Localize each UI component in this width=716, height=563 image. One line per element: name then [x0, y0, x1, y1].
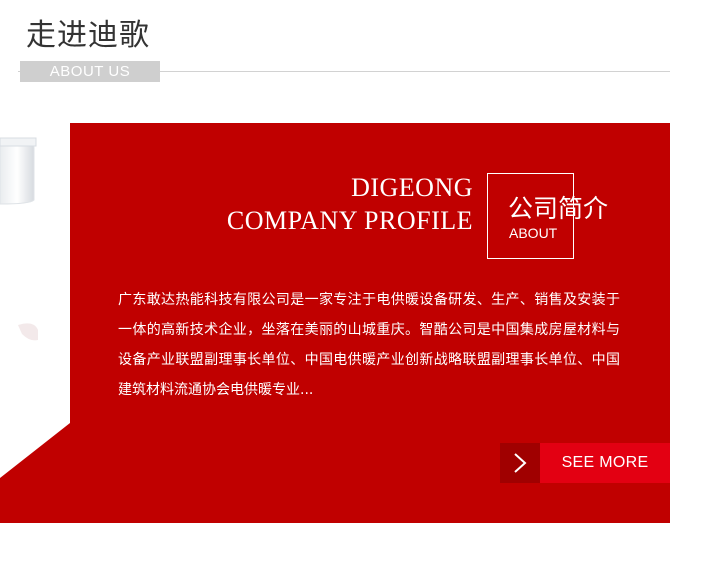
profile-heading-line2: COMPANY PROFILE: [226, 206, 473, 235]
company-profile-panel: DIGEONG COMPANY PROFILE 公司简介 ABOUT 广东敢达热…: [0, 123, 670, 523]
section-subtitle-tag: ABOUT US: [20, 61, 160, 82]
section-title: 走进迪歌: [26, 18, 150, 53]
profile-heading-line1: DIGEONG: [351, 173, 473, 202]
company-description: 广东敢达热能科技有限公司是一家专注于电供暖设备研发、生产、销售及安装于一体的高新…: [118, 292, 620, 398]
chevron-right-icon[interactable]: [500, 443, 540, 483]
product-image: [0, 120, 72, 522]
profile-badge-title: 公司简介: [508, 194, 609, 223]
see-more-button[interactable]: SEE MORE: [500, 443, 670, 483]
profile-badge-subtitle: ABOUT: [509, 225, 558, 241]
see-more-label[interactable]: SEE MORE: [540, 443, 670, 483]
about-section: 走进迪歌 ABOUT US DIGEONG COMPANY PROFILE 公司…: [0, 0, 716, 563]
profile-heading: DIGEONG COMPANY PROFILE: [227, 171, 473, 237]
